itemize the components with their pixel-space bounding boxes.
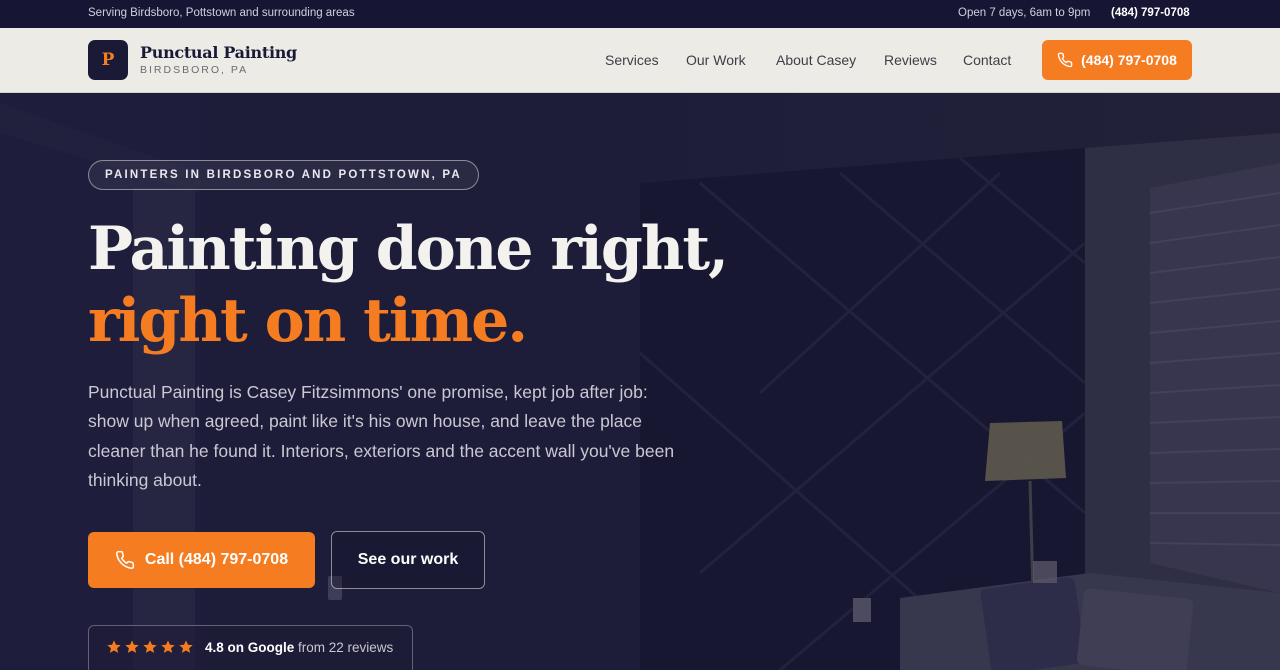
rating-stars [106,639,194,655]
rating-text: 4.8 on Google from 22 reviews [205,640,393,655]
star-icon [143,640,157,653]
hero-call-label: Call (484) 797-0708 [144,551,289,568]
nav-our-work[interactable]: Our Work [686,52,746,68]
topbar-phone-link[interactable]: (484) 797-0708 [1111,7,1190,19]
see-our-work-button[interactable]: See our work [331,531,485,589]
site-header: P Punctual Painting BIRDSBORO, PA Servic… [0,28,1280,93]
hero-section: PAINTERS IN BIRDSBORO AND POTTSTOWN, PA … [0,93,1280,670]
nav-contact[interactable]: Contact [963,52,1011,68]
star-icon [107,640,121,653]
hero-call-button[interactable]: Call (484) 797-0708 [88,532,315,588]
google-rating-badge[interactable]: 4.8 on Google from 22 reviews [88,625,413,670]
hero-eyebrow-badge: PAINTERS IN BIRDSBORO AND POTTSTOWN, PA [88,160,479,190]
nav-services[interactable]: Services [605,52,659,68]
top-bar: Serving Birdsboro, Pottstown and surroun… [0,0,1280,28]
star-icon [125,640,139,653]
brand-name[interactable]: Punctual Painting [140,43,297,62]
phone-icon [115,550,134,569]
hero-headline-line-2: right on time. [88,286,528,356]
phone-icon [1057,52,1073,68]
logo[interactable]: P [88,40,128,80]
brand-location: BIRDSBORO, PA [140,64,249,76]
hours-text: Open 7 days, 6am to 9pm [958,7,1091,19]
nav-reviews[interactable]: Reviews [884,52,937,68]
header-call-label: (484) 797-0708 [1081,52,1177,68]
rating-score: 4.8 on Google [205,640,295,655]
header-call-button[interactable]: (484) 797-0708 [1042,40,1192,80]
hero-headline-line-1: Painting done right, [88,214,729,284]
service-area-text: Serving Birdsboro, Pottstown and surroun… [88,7,355,19]
logo-letter: P [101,50,115,70]
star-icon [161,640,175,653]
rating-review-count: from 22 reviews [298,640,394,655]
star-icon [179,640,193,653]
hero-description: Punctual Painting is Casey Fitzsimmons' … [88,382,675,490]
nav-about[interactable]: About Casey [776,52,856,68]
